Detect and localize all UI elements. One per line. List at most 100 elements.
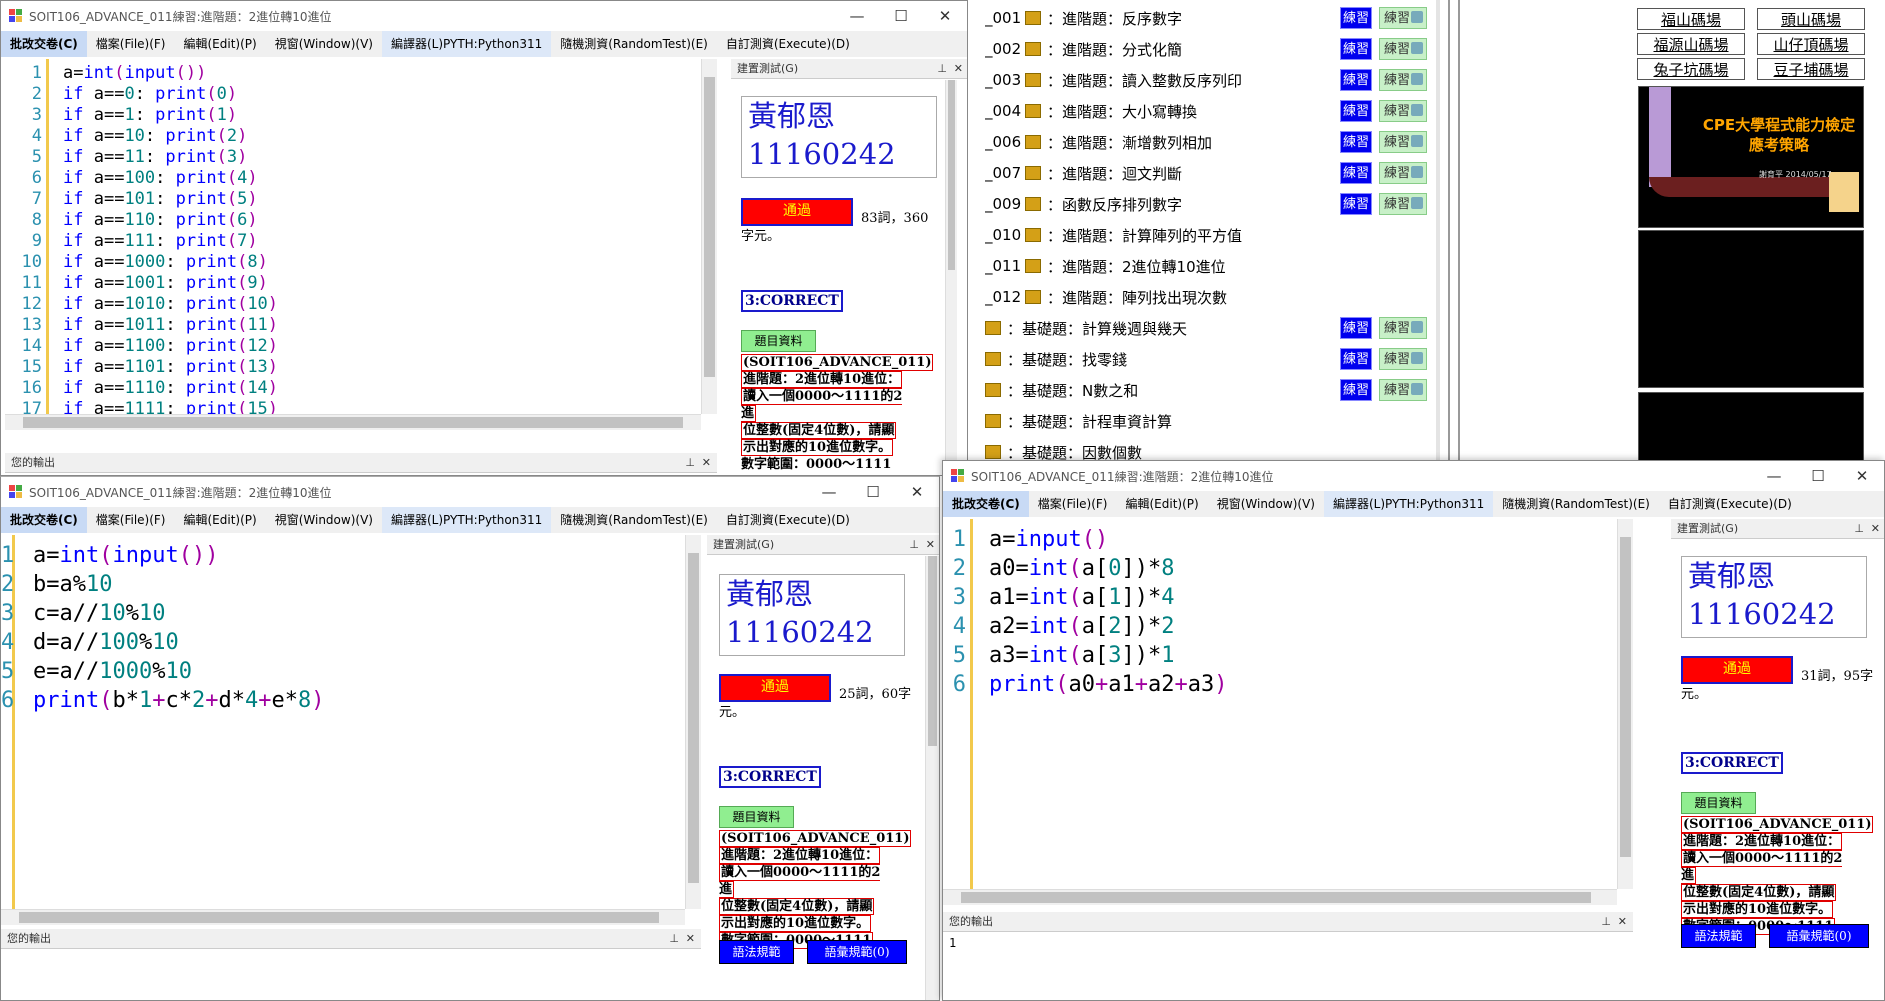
vertical-scrollbar[interactable]: [701, 59, 717, 414]
menu-compiler[interactable]: 編譯器(L)PYTH:Python311: [1323, 491, 1494, 517]
pin-icon[interactable]: ⊥: [937, 59, 947, 78]
code-line[interactable]: d=a//100%10: [33, 628, 701, 657]
practice-button[interactable]: 練習: [1340, 131, 1372, 153]
title-bar[interactable]: SOIT106_ADVANCE_011練習:進階題：2進位轉10進位 — ☐ ✕: [943, 461, 1884, 491]
scroll-thumb[interactable]: [23, 417, 683, 428]
practice-book-button[interactable]: 練習: [1379, 193, 1427, 215]
pin-icon[interactable]: ⊥: [685, 453, 695, 472]
minimize-button[interactable]: —: [1752, 461, 1796, 491]
minimize-button[interactable]: —: [807, 477, 851, 507]
vertical-scrollbar[interactable]: [1617, 519, 1633, 889]
maximize-button[interactable]: ☐: [879, 1, 923, 31]
problem-list-item[interactable]: _012 ：進階題：陣列找出現次數: [985, 282, 1227, 312]
menu-edit[interactable]: 編輯(Edit)(P): [175, 31, 266, 57]
cpe-banner[interactable]: CPE大學程式能力檢定 應考策略 謝育平 2014/05/17: [1638, 86, 1864, 228]
practice-book-button[interactable]: 練習: [1379, 69, 1427, 91]
code-line[interactable]: if a==1000: print(8): [63, 252, 717, 273]
code-line[interactable]: print(b*1+c*2+d*4+e*8): [33, 686, 701, 715]
vocab-rules-button[interactable]: 語彙規範(0): [1769, 924, 1869, 948]
code-line[interactable]: a3=int(a[3])*1: [989, 641, 1633, 670]
code-line[interactable]: if a==0: print(0): [63, 84, 717, 105]
practice-book-button[interactable]: 練習: [1379, 7, 1427, 29]
practice-button[interactable]: 練習: [1340, 69, 1372, 91]
menu-file[interactable]: 檔案(File)(F): [87, 31, 175, 57]
menu-custom-test[interactable]: 自訂測資(Execute)(D): [717, 507, 859, 533]
scroll-thumb[interactable]: [948, 80, 955, 270]
menu-window[interactable]: 視窗(Window)(V): [1208, 491, 1324, 517]
menu-edit[interactable]: 編輯(Edit)(P): [1117, 491, 1208, 517]
code-text[interactable]: a=int(input()) b=a%10 c=a//10%10 d=a//100%1…: [33, 535, 701, 925]
problem-list-item[interactable]: _004 ：進階題：大小寫轉換: [985, 96, 1197, 126]
code-line[interactable]: a1=int(a[1])*4: [989, 583, 1633, 612]
port-link[interactable]: 山仔頂碼場: [1757, 33, 1865, 55]
vocab-rules-button[interactable]: 語彙規範(0): [807, 940, 907, 964]
close-button[interactable]: ✕: [1840, 461, 1884, 491]
scroll-thumb[interactable]: [704, 77, 715, 377]
title-bar[interactable]: SOIT106_ADVANCE_011練習:進階題：2進位轉10進位 — ☐ ✕: [1, 1, 967, 31]
menu-file[interactable]: 檔案(File)(F): [87, 507, 175, 533]
close-panel-icon[interactable]: ✕: [954, 59, 963, 78]
code-line[interactable]: print(a0+a1+a2+a3): [989, 670, 1633, 699]
menu-compiler[interactable]: 編譯器(L)PYTH:Python311: [381, 31, 552, 57]
close-button[interactable]: ✕: [923, 1, 967, 31]
menu-random-test[interactable]: 隨機測資(RandomTest)(E): [551, 31, 717, 57]
practice-book-button[interactable]: 練習: [1379, 317, 1427, 339]
practice-button[interactable]: 練習: [1340, 100, 1372, 122]
practice-book-button[interactable]: 練習: [1379, 348, 1427, 370]
scroll-thumb[interactable]: [1620, 537, 1631, 857]
code-line[interactable]: a=input(): [989, 525, 1633, 554]
menu-custom-test[interactable]: 自訂測資(Execute)(D): [1659, 491, 1801, 517]
menu-custom-test[interactable]: 自訂測資(Execute)(D): [717, 31, 859, 57]
port-link[interactable]: 豆子埔碼場: [1757, 58, 1865, 80]
pin-icon[interactable]: ⊥: [1854, 519, 1864, 538]
port-link[interactable]: 福山碼場: [1637, 8, 1745, 30]
problem-list-item[interactable]: ：基礎題：N數之和: [985, 375, 1138, 405]
practice-button[interactable]: 練習: [1340, 38, 1372, 60]
code-line[interactable]: if a==110: print(6): [63, 210, 717, 231]
close-panel-icon[interactable]: ✕: [702, 453, 711, 472]
menu-file[interactable]: 檔案(File)(F): [1029, 491, 1117, 517]
problem-list-item[interactable]: _006 ：進階題：漸增數列相加: [985, 127, 1212, 157]
problem-list-item[interactable]: _002 ：進階題：分式化簡: [985, 34, 1182, 64]
scroll-thumb[interactable]: [961, 892, 1591, 903]
video-box[interactable]: [1638, 230, 1864, 388]
topic-button[interactable]: 題目資料: [741, 330, 816, 352]
menu-random-test[interactable]: 隨機測資(RandomTest)(E): [1493, 491, 1659, 517]
scroll-thumb[interactable]: [688, 553, 699, 883]
panel-scrollbar[interactable]: [945, 80, 957, 475]
code-line[interactable]: b=a%10: [33, 570, 701, 599]
code-line[interactable]: if a==1100: print(12): [63, 336, 717, 357]
pin-icon[interactable]: ⊥: [1601, 912, 1611, 931]
pin-icon[interactable]: ⊥: [909, 535, 919, 554]
problem-list-item[interactable]: _007 ：進階題：迴文判斷: [985, 158, 1182, 188]
vertical-scrollbar[interactable]: [685, 535, 701, 909]
close-button[interactable]: ✕: [895, 477, 939, 507]
code-line[interactable]: if a==1010: print(10): [63, 294, 717, 315]
output-area[interactable]: 1: [945, 934, 1625, 994]
practice-book-button[interactable]: 練習: [1379, 131, 1427, 153]
practice-book-button[interactable]: 練習: [1379, 38, 1427, 60]
problem-list-item[interactable]: _009 ：函數反序排列數字: [985, 189, 1182, 219]
practice-button[interactable]: 練習: [1340, 317, 1372, 339]
code-line[interactable]: a0=int(a[0])*8: [989, 554, 1633, 583]
practice-button[interactable]: 練習: [1340, 379, 1372, 401]
maximize-button[interactable]: ☐: [1796, 461, 1840, 491]
menu-edit[interactable]: 編輯(Edit)(P): [175, 507, 266, 533]
code-line[interactable]: if a==11: print(3): [63, 147, 717, 168]
practice-book-button[interactable]: 練習: [1379, 100, 1427, 122]
scroll-thumb[interactable]: [928, 556, 937, 746]
problem-list-item[interactable]: _011 ：進階題：2進位轉10進位: [985, 251, 1226, 281]
close-panel-icon[interactable]: ✕: [1618, 912, 1627, 931]
code-line[interactable]: if a==1110: print(14): [63, 378, 717, 399]
pin-icon[interactable]: ⊥: [669, 929, 679, 948]
code-line[interactable]: a=int(input()): [63, 63, 717, 84]
practice-button[interactable]: 練習: [1340, 348, 1372, 370]
topic-button[interactable]: 題目資料: [719, 806, 794, 828]
code-line[interactable]: c=a//10%10: [33, 599, 701, 628]
title-bar[interactable]: SOIT106_ADVANCE_011練習:進階題：2進位轉10進位 — ☐ ✕: [1, 477, 939, 507]
practice-button[interactable]: 練習: [1340, 7, 1372, 29]
practice-button[interactable]: 練習: [1340, 193, 1372, 215]
code-line[interactable]: if a==1: print(1): [63, 105, 717, 126]
code-editor[interactable]: 123456 a=input() a0=int(a[0])*8 a1=int(a[1…: [943, 519, 1633, 905]
code-text[interactable]: a=input() a0=int(a[0])*8 a1=int(a[1])*4 a2=…: [989, 519, 1633, 905]
